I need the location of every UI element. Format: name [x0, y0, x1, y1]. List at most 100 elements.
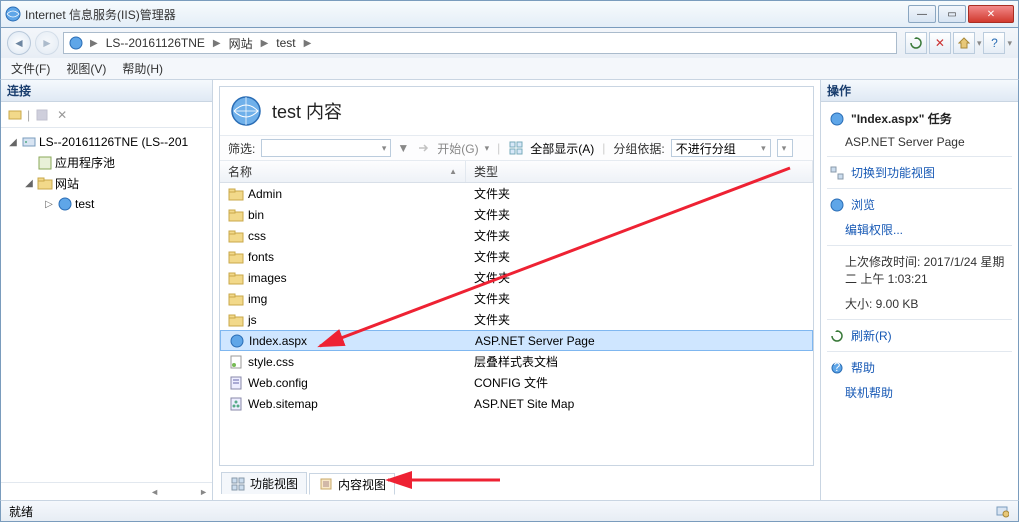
col-name[interactable]: 名称▲	[220, 161, 466, 182]
help-icon: ?	[829, 360, 845, 376]
window-titlebar: Internet 信息服务(IIS)管理器 — ▭ ✕	[0, 0, 1019, 28]
chevron-right-icon: ▶	[88, 38, 100, 49]
connections-header: 连接	[1, 80, 212, 102]
help-button[interactable]: ?	[983, 32, 1005, 54]
config-icon[interactable]	[994, 503, 1010, 519]
close-button[interactable]: ✕	[968, 5, 1014, 23]
list-item[interactable]: css 文件夹	[220, 225, 813, 246]
list-item[interactable]: Admin文件夹	[220, 183, 813, 204]
globe-icon	[68, 35, 84, 51]
tree-site-test[interactable]: ▷ test	[3, 194, 210, 214]
server-icon	[21, 134, 37, 150]
list-item[interactable]: images文件夹	[220, 267, 813, 288]
status-text: 就绪	[9, 503, 33, 520]
group-by-label: 分组依据:	[613, 140, 664, 157]
nav-forward-button[interactable]: ►	[35, 31, 59, 55]
file-type: 文件夹	[466, 227, 813, 244]
file-type: 文件夹	[466, 185, 813, 202]
folder-icon	[37, 176, 53, 192]
menu-view[interactable]: 视图(V)	[66, 60, 106, 77]
file-name: css	[248, 229, 266, 243]
list-item[interactable]: style.css 层叠样式表文档	[220, 351, 813, 372]
crumb-sites[interactable]: 网站	[227, 35, 255, 52]
delete-icon[interactable]: ✕	[54, 107, 70, 123]
css-icon	[228, 354, 244, 370]
chevron-right-icon: ▶	[211, 38, 223, 49]
aspx-icon	[229, 333, 245, 349]
scroll-right-icon[interactable]: ►	[199, 487, 208, 497]
refresh-button[interactable]	[905, 32, 927, 54]
scroll-left-icon[interactable]: ◄	[150, 487, 159, 497]
file-name: images	[248, 271, 287, 285]
collapse-icon[interactable]: ◢	[7, 137, 19, 148]
tree-site-test-label: test	[75, 197, 94, 211]
tab-content-label: 内容视图	[338, 476, 386, 493]
file-type: 层叠样式表文档	[466, 353, 813, 370]
nav-back-button[interactable]: ◄	[7, 31, 31, 55]
file-name: img	[248, 292, 267, 306]
list-item[interactable]: img文件夹	[220, 288, 813, 309]
list-item[interactable]: Index.aspxASP.NET Server Page	[220, 330, 813, 351]
crumb-app[interactable]: test	[274, 36, 297, 50]
list-item[interactable]: Web.config CONFIG 文件	[220, 372, 813, 393]
collapse-icon[interactable]: ◢	[23, 178, 35, 189]
show-all-label[interactable]: 全部显示(A)	[530, 140, 594, 157]
connections-panel: 连接 | ✕ ◢ LS--20161126TNE (LS--201 应用程序池 …	[1, 80, 213, 500]
file-name: bin	[248, 208, 264, 222]
browse-icon	[829, 197, 845, 213]
tree-app-pools[interactable]: 应用程序池	[3, 152, 210, 173]
page-title: test 内容	[272, 98, 342, 124]
tree-sites[interactable]: ◢ 网站	[3, 173, 210, 194]
home-button[interactable]	[953, 32, 975, 54]
list-item[interactable]: Web.sitemapASP.NET Site Map	[220, 393, 813, 414]
actions-panel: 操作 "Index.aspx" 任务 ASP.NET Server Page 切…	[820, 80, 1018, 500]
action-switch-view[interactable]: 切换到功能视图	[823, 160, 1016, 185]
menu-file[interactable]: 文件(F)	[11, 60, 50, 77]
action-refresh[interactable]: 刷新(R)	[823, 323, 1016, 348]
filter-input[interactable]: ▾	[261, 139, 391, 157]
maximize-button[interactable]: ▭	[938, 5, 966, 23]
globe-icon	[230, 95, 262, 127]
breadcrumb[interactable]: ▶ LS--20161126TNE ▶ 网站 ▶ test ▶	[63, 32, 897, 54]
list-item[interactable]: fonts文件夹	[220, 246, 813, 267]
file-name: Web.config	[248, 376, 308, 390]
col-type[interactable]: 类型	[466, 161, 813, 182]
action-edit-permissions[interactable]: 编辑权限...	[823, 217, 1016, 242]
app-icon	[5, 6, 21, 22]
file-list[interactable]: Admin文件夹bin文件夹css文件夹fonts文件夹images文件夹img…	[220, 183, 813, 465]
save-icon[interactable]	[34, 107, 50, 123]
action-browse[interactable]: 浏览	[823, 192, 1016, 217]
minimize-button[interactable]: —	[908, 5, 936, 23]
go-icon[interactable]	[415, 140, 431, 156]
file-name: style.css	[248, 355, 294, 369]
chevron-right-icon: ▶	[259, 38, 271, 49]
file-name: Index.aspx	[249, 334, 307, 348]
view-mode-button[interactable]: ▾	[777, 139, 793, 157]
start-label[interactable]: 开始(G)	[437, 140, 478, 157]
connect-icon[interactable]	[7, 107, 23, 123]
tree-app-pools-label: 应用程序池	[55, 154, 115, 171]
stop-button[interactable]: ✕	[929, 32, 951, 54]
menu-help[interactable]: 帮助(H)	[122, 60, 163, 77]
action-help[interactable]: ? 帮助	[823, 355, 1016, 380]
chevron-right-icon: ▶	[302, 38, 314, 49]
group-by-select[interactable]: 不进行分组▾	[671, 139, 771, 157]
action-online-help[interactable]: 联机帮助	[823, 380, 1016, 405]
view-tabs: 功能视图 内容视图	[219, 470, 814, 494]
tab-features-view[interactable]: 功能视图	[221, 472, 307, 494]
tab-content-view[interactable]: 内容视图	[309, 473, 395, 495]
crumb-server[interactable]: LS--20161126TNE	[104, 36, 207, 50]
show-all-icon[interactable]	[508, 140, 524, 156]
folder-icon	[228, 207, 244, 223]
list-item[interactable]: bin文件夹	[220, 204, 813, 225]
task-title: "Index.aspx" 任务	[823, 106, 1016, 131]
tree-server[interactable]: ◢ LS--20161126TNE (LS--201	[3, 132, 210, 152]
file-type: CONFIG 文件	[466, 374, 813, 391]
expand-icon[interactable]: ▷	[43, 199, 55, 210]
file-name: fonts	[248, 250, 274, 264]
window-title: Internet 信息服务(IIS)管理器	[25, 6, 908, 23]
connections-tree[interactable]: ◢ LS--20161126TNE (LS--201 应用程序池 ◢ 网站 ▷ …	[1, 128, 212, 482]
address-bar: ◄ ► ▶ LS--20161126TNE ▶ 网站 ▶ test ▶ ✕ ▾ …	[0, 28, 1019, 58]
list-item[interactable]: js文件夹	[220, 309, 813, 330]
tree-sites-label: 网站	[55, 175, 79, 192]
